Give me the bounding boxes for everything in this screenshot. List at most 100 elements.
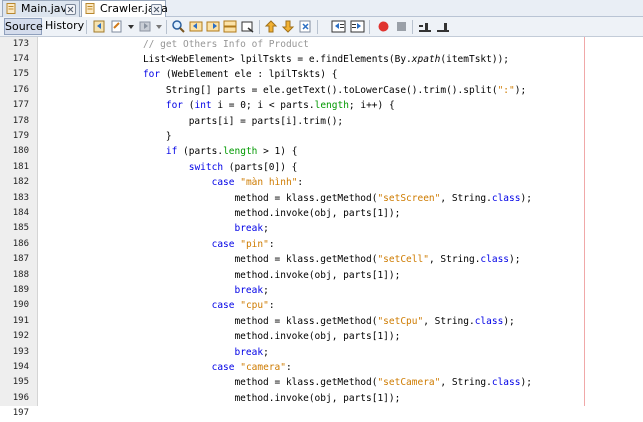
code-token: method.invoke(obj, parts[1]); bbox=[40, 331, 401, 343]
line-number: 184 bbox=[12, 207, 29, 218]
code-token: length bbox=[314, 100, 349, 112]
line-number: 195 bbox=[12, 377, 29, 388]
code-token: length bbox=[223, 146, 258, 158]
line-number: 193 bbox=[12, 346, 29, 357]
go-back-icon[interactable] bbox=[92, 19, 107, 34]
code-token: method.invoke(obj, parts[1]); bbox=[40, 269, 401, 281]
code-token: method = klass.getMethod( bbox=[40, 315, 378, 327]
tab-main-java[interactable]: Main.java bbox=[2, 0, 80, 17]
line-number: 181 bbox=[12, 161, 29, 172]
code-token: ; i++) { bbox=[348, 100, 395, 112]
code-line[interactable]: case "cpu": bbox=[40, 298, 275, 313]
code-token: "setCpu" bbox=[377, 315, 424, 327]
line-number: 176 bbox=[12, 84, 29, 95]
code-token: , String. bbox=[440, 192, 492, 204]
code-line[interactable]: method = klass.getMethod("setScreen", St… bbox=[40, 191, 531, 206]
code-token: : bbox=[285, 361, 292, 373]
code-token: : bbox=[268, 238, 275, 250]
start-macro-icon[interactable] bbox=[376, 19, 391, 34]
code-line[interactable]: method.invoke(obj, parts[1]); bbox=[40, 268, 400, 283]
code-token: ; bbox=[263, 223, 269, 235]
navigate-dropdown-icon[interactable] bbox=[126, 19, 136, 34]
tab-crawler-java[interactable]: Crawler.java bbox=[81, 0, 168, 17]
last-edit-icon[interactable] bbox=[109, 19, 124, 34]
code-line[interactable]: if (parts.length > 1) { bbox=[40, 144, 298, 159]
editor-tab-bar: Main.java Crawler.java bbox=[0, 0, 643, 17]
toggle-bookmark-icon[interactable] bbox=[298, 19, 313, 34]
code-line[interactable]: parts[i] = parts[i].trim(); bbox=[40, 114, 343, 129]
code-line[interactable]: method = klass.getMethod("setCpu", Strin… bbox=[40, 314, 515, 329]
line-number: 196 bbox=[12, 392, 29, 403]
find-previous-icon[interactable] bbox=[189, 19, 204, 34]
code-token: , String. bbox=[428, 254, 481, 266]
code-line[interactable]: } bbox=[40, 129, 172, 144]
find-icon[interactable] bbox=[171, 19, 186, 34]
close-tab-icon[interactable] bbox=[151, 4, 162, 15]
forward-icon[interactable] bbox=[138, 19, 153, 34]
code-token: case bbox=[211, 238, 235, 250]
find-next-icon[interactable] bbox=[206, 19, 221, 34]
code-line[interactable]: for (int i = 0; i < parts.length; i++) { bbox=[40, 98, 395, 113]
next-bookmark-icon[interactable] bbox=[281, 19, 296, 34]
code-token: "camera" bbox=[240, 361, 286, 373]
previous-bookmark-icon[interactable] bbox=[264, 19, 279, 34]
shift-left-icon[interactable] bbox=[331, 19, 346, 34]
line-number: 189 bbox=[12, 284, 29, 295]
code-line[interactable]: method.invoke(obj, parts[1]); bbox=[40, 329, 400, 344]
code-token: List<WebElement> lpilTskts = e.findEleme… bbox=[40, 53, 412, 65]
toolbar-separator bbox=[317, 20, 318, 34]
history-view-button[interactable]: History bbox=[45, 18, 84, 35]
line-number: 187 bbox=[12, 254, 29, 265]
code-line[interactable]: method.invoke(obj, parts[1]); bbox=[40, 206, 400, 221]
code-token: String[] parts = ele.getText().toLowerCa… bbox=[40, 84, 498, 96]
java-file-icon bbox=[85, 3, 95, 14]
code-token: ":" bbox=[497, 84, 515, 96]
line-number: 191 bbox=[12, 315, 29, 326]
code-line[interactable]: String[] parts = ele.getText().toLowerCa… bbox=[40, 83, 526, 98]
code-token: ); bbox=[503, 315, 515, 327]
line-number: 183 bbox=[12, 192, 29, 203]
code-editor[interactable]: // get Others Info of Product List<WebEl… bbox=[40, 37, 643, 406]
code-token: method = klass.getMethod( bbox=[40, 192, 378, 204]
code-line[interactable]: List<WebElement> lpilTskts = e.findEleme… bbox=[40, 52, 509, 67]
close-tab-icon[interactable] bbox=[65, 4, 76, 15]
java-file-icon bbox=[6, 3, 16, 14]
code-token: case bbox=[211, 361, 235, 373]
comment-icon[interactable] bbox=[417, 19, 432, 34]
code-line[interactable]: break; bbox=[40, 221, 269, 236]
code-token: , String. bbox=[440, 377, 492, 389]
code-token: class bbox=[491, 377, 521, 389]
code-line[interactable]: method.invoke(obj, parts[1]); bbox=[40, 391, 400, 406]
code-line[interactable]: // get Others Info of Product bbox=[40, 37, 309, 52]
code-token: , String. bbox=[423, 315, 475, 327]
source-view-button[interactable]: Source bbox=[4, 18, 43, 35]
code-line[interactable]: method = klass.getMethod("setCamera", St… bbox=[40, 375, 531, 390]
line-number: 192 bbox=[12, 331, 29, 342]
find-selection-icon[interactable] bbox=[223, 19, 238, 34]
uncomment-icon[interactable] bbox=[435, 19, 450, 34]
shift-right-icon[interactable] bbox=[350, 19, 365, 34]
code-line[interactable]: break; bbox=[40, 345, 268, 360]
code-token: (parts[0]) { bbox=[223, 161, 298, 173]
code-line[interactable]: case "pin": bbox=[40, 237, 275, 252]
stop-macro-icon[interactable] bbox=[394, 19, 409, 34]
editor-toolbar: Source History bbox=[0, 17, 643, 37]
code-line[interactable]: case "màn hình": bbox=[40, 175, 304, 190]
line-number: 194 bbox=[12, 361, 29, 372]
code-line[interactable]: method = klass.getMethod("setCell", Stri… bbox=[40, 252, 520, 267]
code-line[interactable]: break; bbox=[40, 283, 268, 298]
toggle-highlight-icon[interactable] bbox=[240, 19, 255, 34]
line-number-gutter: 173 174 175 176 177 178 179 180 181 182 183 184 185 1… bbox=[0, 37, 38, 418]
code-token: method = klass.getMethod( bbox=[40, 254, 378, 266]
code-token: "cpu" bbox=[240, 300, 269, 312]
code-line[interactable]: for (WebElement ele : lpilTskts) { bbox=[40, 67, 337, 82]
code-line[interactable]: case "camera": bbox=[40, 360, 292, 375]
line-number: 174 bbox=[12, 53, 29, 64]
code-token: method.invoke(obj, parts[1]); bbox=[40, 207, 401, 219]
code-line[interactable]: switch (parts[0]) { bbox=[40, 160, 298, 175]
code-token: i = 0; i < parts. bbox=[211, 100, 315, 112]
forward-dropdown-icon[interactable] bbox=[154, 19, 164, 34]
code-token: case bbox=[211, 300, 235, 312]
